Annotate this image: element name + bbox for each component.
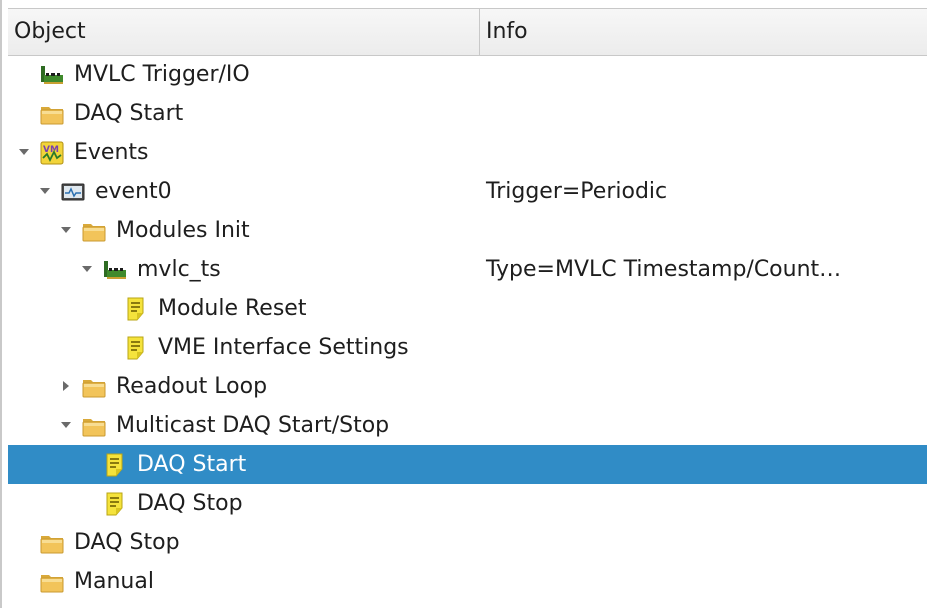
tree-row[interactable]: Module Reset <box>8 289 927 328</box>
script-icon <box>102 491 128 517</box>
tree-item-info: Type=MVLC Timestamp/Count… <box>486 257 842 282</box>
column-header-object[interactable]: Object <box>8 9 480 55</box>
tree-row[interactable]: DAQ Stop <box>8 484 927 523</box>
tree-item-label: Events <box>74 140 149 165</box>
tree-row[interactable]: DAQ Start <box>8 94 927 133</box>
expand-arrow-icon[interactable] <box>59 418 73 432</box>
vme-module-icon <box>39 62 65 88</box>
tree-item-info: Trigger=Periodic <box>486 179 668 204</box>
tree-row[interactable]: Modules Init <box>8 211 927 250</box>
tree-item-label: DAQ Start <box>137 452 247 477</box>
vme-module-icon <box>102 257 128 283</box>
tree-row[interactable]: Readout Loop <box>8 367 927 406</box>
left-border <box>0 0 2 608</box>
tree-item-label: VME Interface Settings <box>158 335 409 360</box>
folder-icon <box>39 101 65 127</box>
tree-row[interactable]: VME Interface Settings <box>8 328 927 367</box>
tree-row[interactable]: DAQ Start <box>8 445 927 484</box>
folder-icon <box>39 530 65 556</box>
tree-item-label: Module Reset <box>158 296 307 321</box>
tree-header: Object Info <box>8 8 927 56</box>
tree-row[interactable]: event0 Trigger=Periodic <box>8 172 927 211</box>
tree-row[interactable]: Multicast DAQ Start/Stop <box>8 406 927 445</box>
folder-icon <box>81 374 107 400</box>
tree-row[interactable]: VM Events <box>8 133 927 172</box>
tree-item-label: DAQ Stop <box>137 491 243 516</box>
tree-row[interactable]: mvlc_ts Type=MVLC Timestamp/Count… <box>8 250 927 289</box>
event-icon <box>60 179 86 205</box>
expand-arrow-icon[interactable] <box>17 145 31 159</box>
expand-arrow-icon[interactable] <box>38 184 52 198</box>
vme-events-icon: VM <box>39 140 65 166</box>
script-icon <box>123 335 149 361</box>
collapse-arrow-icon[interactable] <box>59 379 73 393</box>
tree-item-label: MVLC Trigger/IO <box>74 62 250 87</box>
tree-view: Object Info MVLC Trigger/IO DAQ Start VM Ev… <box>0 0 927 608</box>
expand-arrow-icon[interactable] <box>59 223 73 237</box>
tree-item-label: Readout Loop <box>116 374 268 399</box>
svg-text:VM: VM <box>43 145 59 155</box>
tree-item-label: Modules Init <box>116 218 250 243</box>
tree-row[interactable]: DAQ Stop <box>8 523 927 562</box>
tree-row[interactable]: MVLC Trigger/IO <box>8 55 927 94</box>
tree-item-label: DAQ Start <box>74 101 184 126</box>
tree-item-label: Multicast DAQ Start/Stop <box>116 413 390 438</box>
folder-icon <box>39 569 65 595</box>
tree-item-label: DAQ Stop <box>74 530 180 555</box>
tree-item-label: Manual <box>74 569 154 594</box>
folder-icon <box>81 413 107 439</box>
expand-arrow-icon[interactable] <box>80 262 94 276</box>
folder-icon <box>81 218 107 244</box>
tree-row[interactable]: Manual <box>8 562 927 601</box>
tree-rows: MVLC Trigger/IO DAQ Start VM Events event0 Tr… <box>8 55 927 601</box>
column-header-info[interactable]: Info <box>480 9 927 55</box>
script-icon <box>123 296 149 322</box>
tree-item-label: event0 <box>95 179 172 204</box>
tree-item-label: mvlc_ts <box>137 257 221 282</box>
script-icon <box>102 452 128 478</box>
